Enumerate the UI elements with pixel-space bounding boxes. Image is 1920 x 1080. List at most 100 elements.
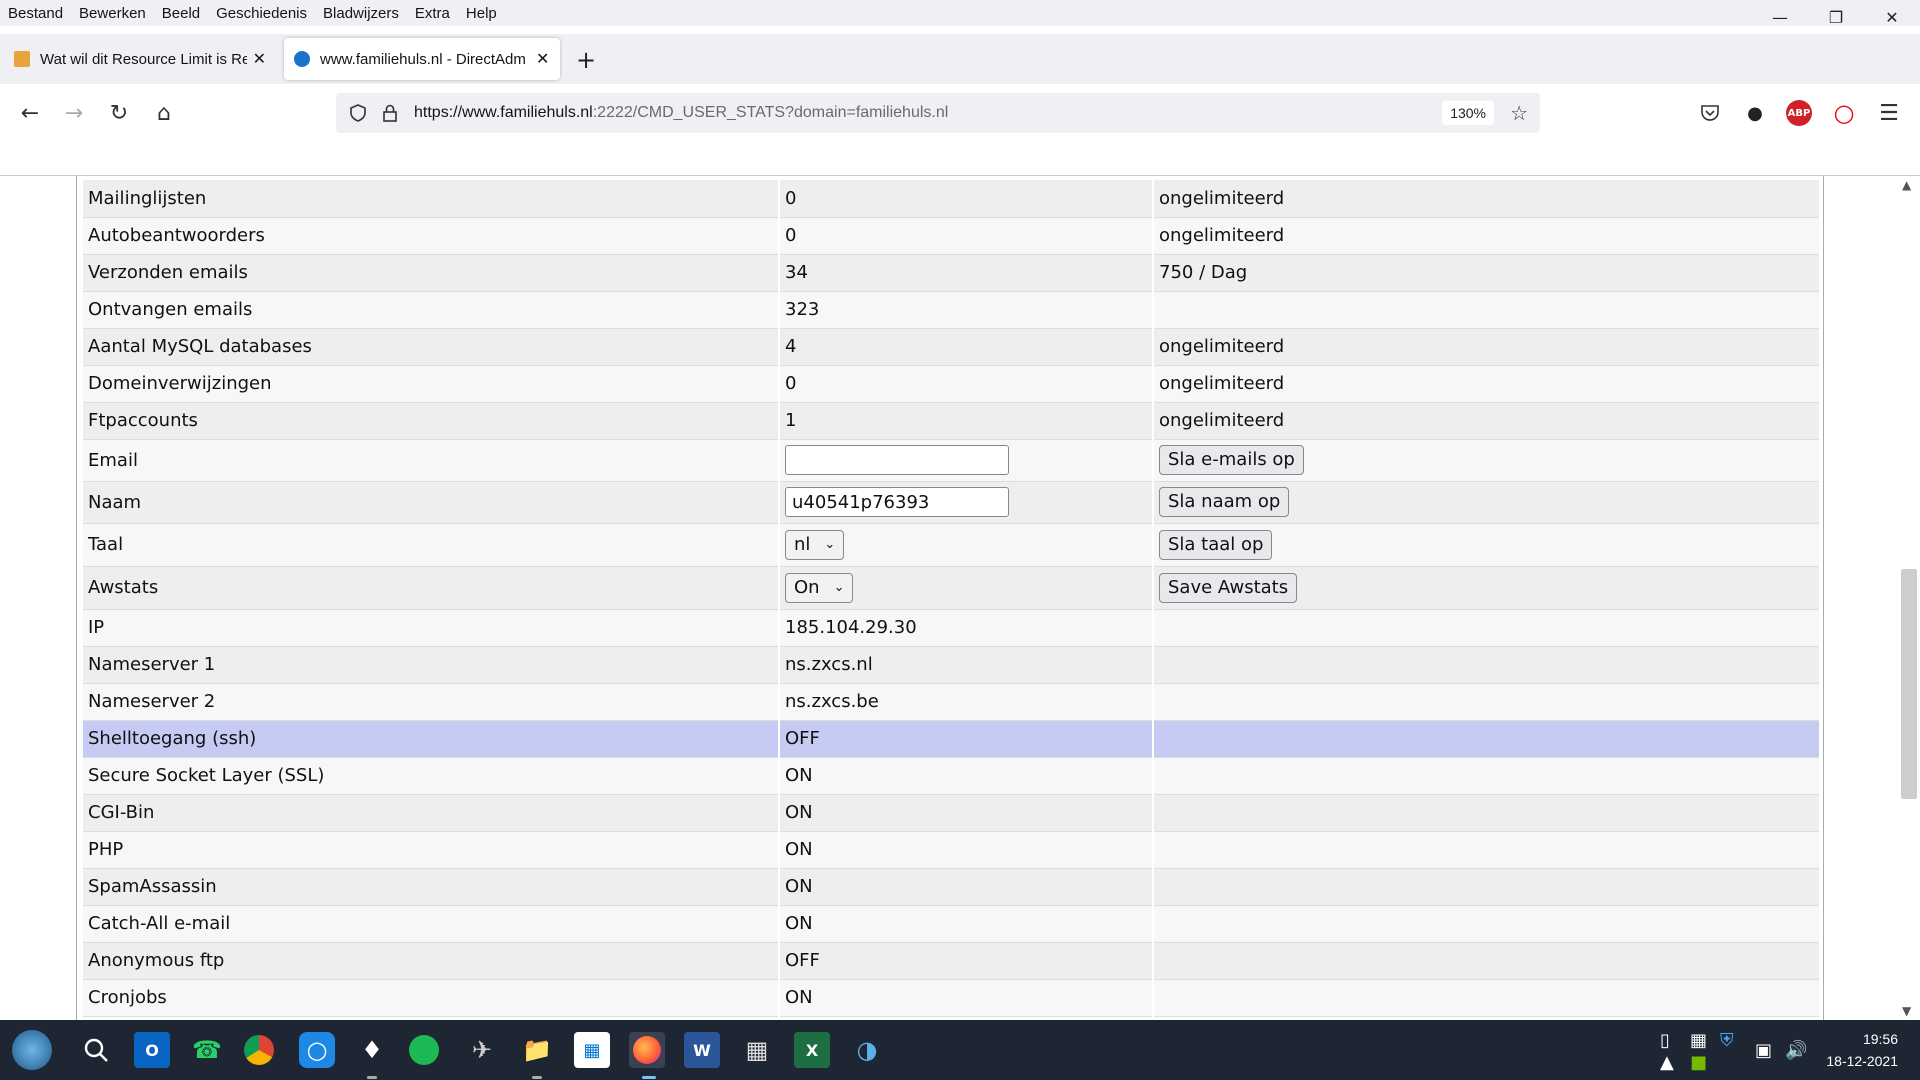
web-app-icon[interactable]: ◑: [849, 1032, 885, 1068]
outlook-icon[interactable]: O: [134, 1032, 170, 1068]
running-indicator: [532, 1076, 542, 1079]
row-value: ns.zxcs.be: [779, 683, 1154, 721]
tab-resource-limit[interactable]: Wat wil dit Resource Limit is Re ✕: [4, 38, 276, 80]
table-row: Verzonden emails 34 750 / Dag: [83, 254, 1819, 292]
table-row-highlighted: Shelltoegang (ssh) OFF: [83, 720, 1819, 758]
close-icon[interactable]: ✕: [536, 49, 549, 69]
whatsapp-icon[interactable]: ☎: [189, 1032, 225, 1068]
row-value: 4: [779, 328, 1154, 366]
awstats-select[interactable]: On ⌄: [785, 572, 854, 603]
back-icon[interactable]: ←: [14, 97, 46, 129]
fox-app-icon[interactable]: ♦: [354, 1032, 390, 1068]
close-window-icon[interactable]: ✕: [1864, 0, 1920, 34]
row-label: PHP: [83, 831, 780, 869]
row-limit: ongelimiteerd: [1153, 365, 1819, 403]
bookmark-star-icon[interactable]: ☆: [1510, 101, 1528, 126]
name-input[interactable]: [785, 487, 1009, 517]
chrome-icon[interactable]: [244, 1035, 274, 1065]
network-icon[interactable]: ▣: [1755, 1040, 1772, 1061]
row-label: Ontvangen emails: [83, 291, 780, 329]
plane-icon[interactable]: ✈: [464, 1032, 500, 1068]
row-label: Aantal MySQL databases: [83, 328, 780, 366]
store-icon[interactable]: ▦: [574, 1032, 610, 1068]
calculator-icon[interactable]: ▦: [739, 1032, 775, 1068]
page-scrollbar[interactable]: ▲ ▼: [1898, 176, 1920, 1020]
table-row: Mailinglijsten 0 ongelimiteerd: [83, 180, 1819, 218]
close-icon[interactable]: ✕: [253, 49, 266, 69]
language-select[interactable]: nl ⌄: [785, 529, 845, 560]
adblock-plus-icon[interactable]: ABP: [1786, 100, 1812, 126]
row-label: IP: [83, 609, 780, 647]
hamburger-menu-icon[interactable]: ☰: [1876, 100, 1902, 126]
opera-icon[interactable]: ○: [1831, 99, 1857, 127]
language-row: Taal nl ⌄ Sla taal op: [83, 523, 1819, 567]
word-icon[interactable]: W: [684, 1032, 720, 1068]
scroll-down-icon[interactable]: ▼: [1902, 1004, 1911, 1018]
scrollbar-thumb[interactable]: [1901, 569, 1917, 799]
tab-directadmin[interactable]: www.familiehuls.nl - DirectAdm ✕: [284, 38, 560, 80]
tab-bar: Wat wil dit Resource Limit is Re ✕ www.f…: [0, 34, 1920, 84]
row-value: ON: [779, 868, 1154, 906]
shield-icon[interactable]: [348, 103, 368, 123]
reload-icon[interactable]: ↻: [103, 97, 135, 129]
menu-bladwijzers[interactable]: Bladwijzers: [315, 5, 407, 22]
file-explorer-icon[interactable]: 📁: [519, 1032, 555, 1068]
name-label: Naam: [83, 481, 780, 524]
search-icon[interactable]: [78, 1032, 114, 1068]
new-tab-icon[interactable]: +: [576, 46, 596, 74]
menu-help[interactable]: Help: [458, 5, 505, 22]
lock-icon[interactable]: [380, 103, 400, 123]
user-stats-table: Mailinglijsten 0 ongelimiteerd Autobeant…: [83, 180, 1819, 1017]
clock-time: 19:56: [1862, 1031, 1898, 1047]
row-value: 323: [779, 291, 1154, 329]
nvidia-icon[interactable]: ■: [1690, 1052, 1707, 1073]
row-value: 0: [779, 365, 1154, 403]
clock-date: 18-12-2021: [1826, 1053, 1898, 1069]
save-emails-button[interactable]: Sla e-mails op: [1159, 445, 1304, 475]
start-globe-icon[interactable]: [12, 1030, 52, 1070]
pocket-icon[interactable]: [1697, 100, 1723, 126]
table-row: Secure Socket Layer (SSL) ON: [83, 757, 1819, 795]
save-name-button[interactable]: Sla naam op: [1159, 487, 1290, 517]
table-row: Nameserver 2 ns.zxcs.be: [83, 683, 1819, 721]
url-bar[interactable]: https://www.familiehuls.nl:2222/CMD_USER…: [336, 93, 1540, 133]
minimize-icon[interactable]: —: [1752, 0, 1808, 34]
window-controls: — ❐ ✕: [1752, 0, 1920, 34]
menu-bewerken[interactable]: Bewerken: [71, 5, 154, 22]
email-input[interactable]: [785, 445, 1009, 475]
zoom-level[interactable]: 130%: [1442, 101, 1494, 125]
forward-icon[interactable]: →: [58, 97, 90, 129]
support-icon[interactable]: ○: [299, 1032, 335, 1068]
menu-geschiedenis[interactable]: Geschiedenis: [208, 5, 315, 22]
row-label: Secure Socket Layer (SSL): [83, 757, 780, 795]
tray-app-icon[interactable]: ▲: [1660, 1052, 1674, 1073]
menu-beeld[interactable]: Beeld: [154, 5, 208, 22]
spotify-icon[interactable]: [409, 1035, 439, 1065]
row-limit: 750 / Dag: [1153, 254, 1819, 292]
firefox-icon[interactable]: [629, 1032, 665, 1068]
menu-extra[interactable]: Extra: [407, 5, 458, 22]
row-value: ON: [779, 831, 1154, 869]
taskbar-clock[interactable]: 19:56 18-12-2021: [1808, 1028, 1898, 1072]
extension-icon[interactable]: ●: [1742, 100, 1768, 126]
row-value: ON: [779, 905, 1154, 943]
table-row: Cronjobs ON: [83, 979, 1819, 1017]
save-language-button[interactable]: Sla taal op: [1159, 529, 1273, 560]
globe-favicon-icon: [294, 51, 310, 67]
notepad-icon[interactable]: ▦: [1690, 1030, 1707, 1051]
table-row: Aantal MySQL databases 4 ongelimiteerd: [83, 328, 1819, 366]
home-icon[interactable]: ⌂: [148, 97, 180, 129]
excel-icon[interactable]: X: [794, 1032, 830, 1068]
defender-icon[interactable]: ⛨: [1720, 1030, 1734, 1051]
usb-icon[interactable]: ▯: [1660, 1030, 1670, 1051]
row-limit: [1153, 291, 1819, 329]
page-content: Mailinglijsten 0 ongelimiteerd Autobeant…: [0, 176, 1920, 1020]
row-label: Nameserver 1: [83, 646, 780, 684]
scroll-up-icon[interactable]: ▲: [1902, 178, 1911, 192]
restore-icon[interactable]: ❐: [1808, 0, 1864, 34]
save-awstats-button[interactable]: Save Awstats: [1159, 572, 1298, 603]
volume-icon[interactable]: 🔊: [1785, 1040, 1807, 1061]
menu-bestand[interactable]: Bestand: [0, 5, 71, 22]
row-value: ON: [779, 794, 1154, 832]
url-text[interactable]: https://www.familiehuls.nl:2222/CMD_USER…: [414, 104, 948, 122]
